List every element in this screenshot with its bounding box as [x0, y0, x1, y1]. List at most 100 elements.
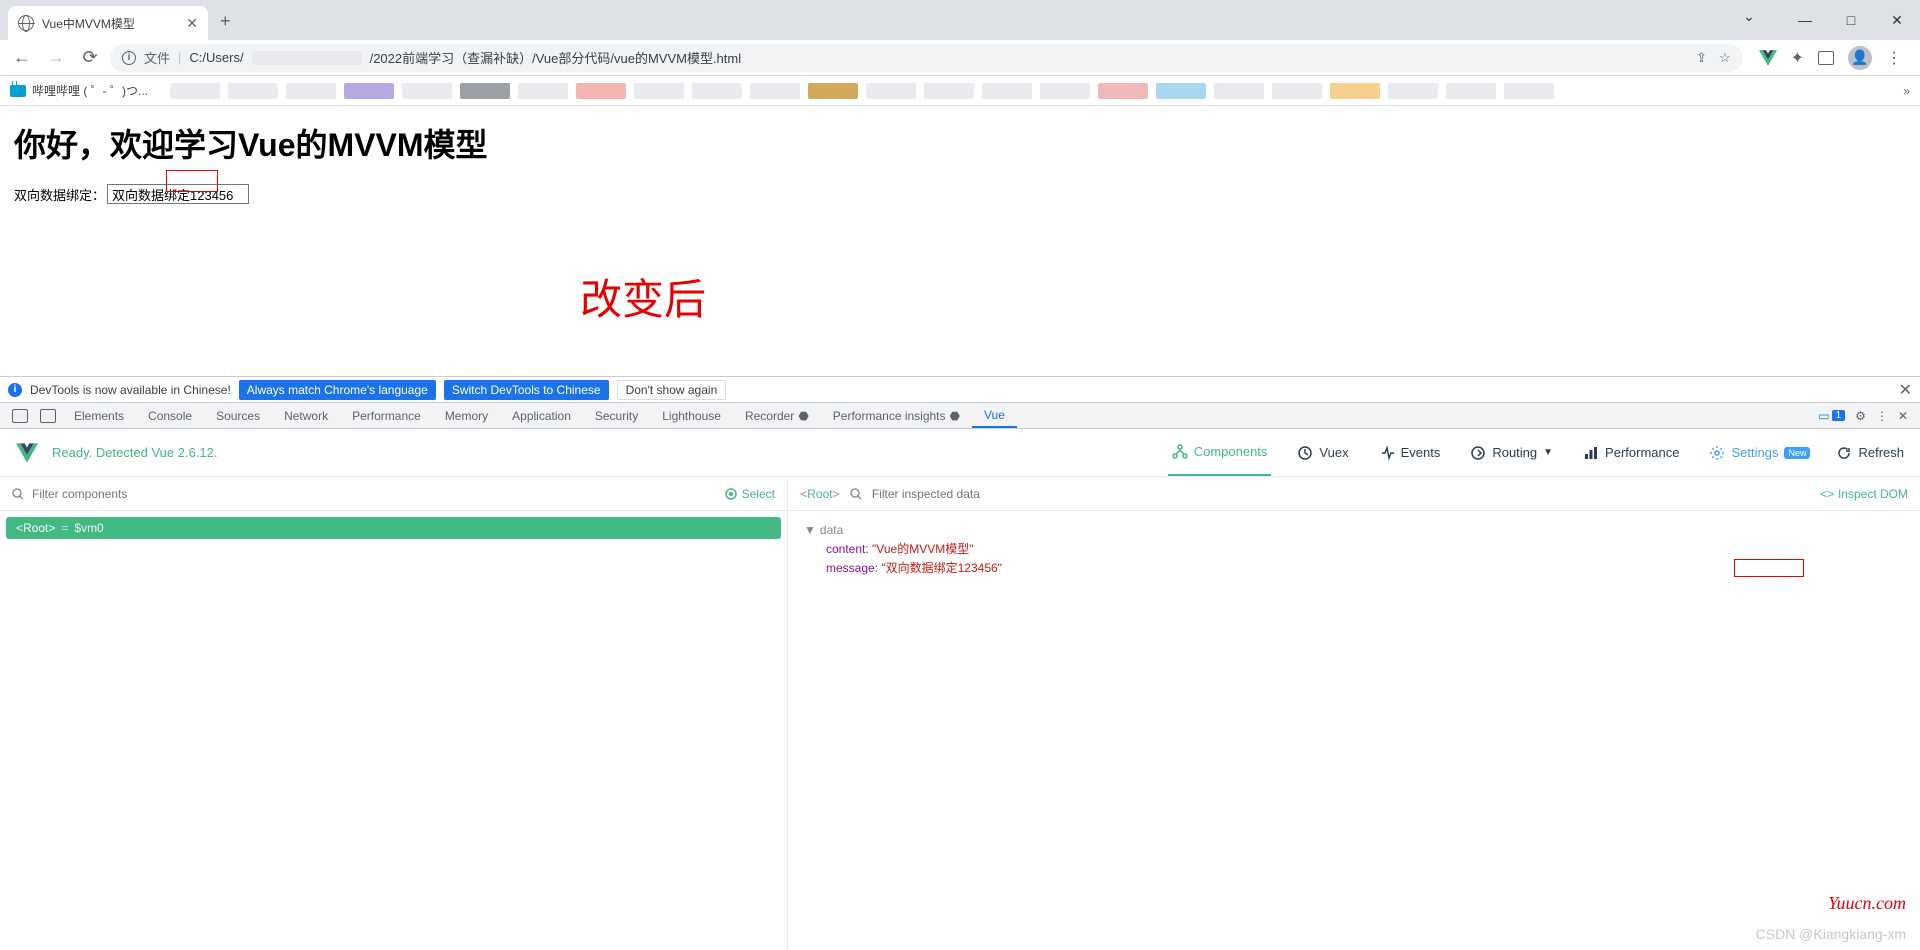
page-heading: 你好，欢迎学习Vue的MVVM模型	[14, 120, 1906, 166]
bookmark-star-icon[interactable]: ☆	[1719, 50, 1731, 66]
tabs-dropdown-icon[interactable]: ⌄	[1726, 8, 1772, 25]
settings-icon[interactable]: ⚙	[1855, 409, 1866, 423]
info-icon: i	[8, 383, 22, 397]
reload-button[interactable]: ⟳	[76, 44, 104, 72]
vue-tab-performance[interactable]: Performance	[1579, 431, 1683, 475]
tab-application[interactable]: Application	[500, 403, 583, 428]
tab-title: Vue中MVVM模型	[42, 15, 178, 32]
device-toggle-icon[interactable]	[40, 409, 56, 423]
annotation-text: 改变后	[580, 266, 706, 327]
tab-console[interactable]: Console	[136, 403, 204, 428]
vue-tab-vuex[interactable]: Vuex	[1293, 431, 1352, 475]
maximize-button[interactable]: □	[1828, 12, 1874, 28]
minimize-button[interactable]: —	[1782, 12, 1828, 28]
bookmark-blurred-items	[170, 83, 1554, 99]
vue-tab-components[interactable]: Components	[1168, 430, 1272, 476]
search-icon	[12, 488, 24, 500]
select-component-button[interactable]: Select	[724, 487, 775, 501]
tab-performance[interactable]: Performance	[340, 403, 433, 428]
browser-tab[interactable]: Vue中MVVM模型 ✕	[8, 6, 208, 40]
profile-avatar[interactable]: 👤	[1848, 46, 1872, 70]
bookmarks-bar: 哔哩哔哩 ( ゜- ゜)つ... »	[0, 76, 1920, 106]
window-controls: ⌄ — □ ✕	[1716, 0, 1920, 40]
new-tab-button[interactable]: +	[220, 11, 231, 32]
search-icon	[850, 488, 862, 500]
binding-input[interactable]	[107, 184, 249, 204]
tab-elements[interactable]: Elements	[62, 403, 136, 428]
address-scheme: 文件	[144, 48, 170, 67]
bilibili-icon	[10, 85, 26, 97]
routing-icon	[1470, 445, 1486, 461]
address-bar[interactable]: i 文件 | C:/Users/ /2022前端学习（查漏补缺）/Vue部分代码…	[110, 44, 1743, 72]
site-info-icon[interactable]: i	[122, 51, 136, 65]
data-section-toggle[interactable]: ▼data	[804, 521, 1904, 540]
vue-refresh-button[interactable]: Refresh	[1836, 445, 1904, 461]
events-icon	[1379, 445, 1395, 461]
vue-panel-header: Ready. Detected Vue 2.6.12. Components V…	[0, 429, 1920, 477]
dont-show-button[interactable]: Don't show again	[617, 380, 727, 400]
vue-extension-icon[interactable]	[1759, 50, 1777, 66]
inspected-component-name: <Root>	[800, 487, 840, 501]
close-devtools-icon[interactable]: ✕	[1898, 409, 1908, 423]
globe-icon	[18, 15, 34, 31]
inspect-element-icon[interactable]	[12, 409, 28, 423]
vue-components-tree-pane: Select <Root> = $vm0	[0, 477, 788, 950]
vue-inspector-pane: <Root> <> Inspect DOM ▼data content: "Vu…	[788, 477, 1920, 950]
performance-icon	[1583, 445, 1599, 461]
vue-devtools-panel: Ready. Detected Vue 2.6.12. Components V…	[0, 429, 1920, 950]
component-data-section: ▼data content: "Vue的MVVM模型" message: "双向…	[788, 511, 1920, 589]
address-path-left: C:/Users/	[189, 50, 243, 65]
forward-button[interactable]: →	[42, 44, 70, 72]
watermark-yuucn: Yuucn.com	[1828, 893, 1906, 914]
more-icon[interactable]: ⋮	[1876, 409, 1888, 423]
target-icon	[724, 487, 738, 501]
filter-data-input[interactable]	[872, 487, 1810, 501]
close-tab-icon[interactable]: ✕	[186, 15, 198, 32]
inspect-dom-button[interactable]: <> Inspect DOM	[1820, 487, 1908, 501]
watermark-csdn: CSDN @Kiangkiang-xm	[1756, 926, 1906, 942]
vue-tab-routing[interactable]: Routing ▼	[1466, 431, 1557, 475]
page-content: 你好，欢迎学习Vue的MVVM模型 双向数据绑定： 改变后	[0, 106, 1920, 376]
settings-icon	[1709, 445, 1725, 461]
address-path-right: /2022前端学习（查漏补缺）/Vue部分代码/vue的MVVM模型.html	[370, 48, 742, 67]
devtools-language-banner: i DevTools is now available in Chinese! …	[0, 377, 1920, 403]
tab-perf-insights[interactable]: Performance insights⬣	[821, 403, 972, 428]
redacted-segment	[252, 51, 362, 65]
devtools-panel: i DevTools is now available in Chinese! …	[0, 376, 1920, 950]
close-window-button[interactable]: ✕	[1874, 12, 1920, 29]
tab-memory[interactable]: Memory	[433, 403, 500, 428]
vue-status-text: Ready. Detected Vue 2.6.12.	[52, 445, 218, 460]
vue-tab-settings[interactable]: Settings New	[1705, 431, 1814, 475]
extensions-icon[interactable]: ✦	[1791, 48, 1804, 68]
filter-components-input[interactable]	[32, 487, 716, 501]
close-banner-icon[interactable]: ✕	[1899, 380, 1912, 400]
bookmarks-overflow-icon[interactable]: »	[1903, 84, 1910, 98]
data-prop-message[interactable]: message: "双向数据绑定123456"	[804, 559, 1904, 578]
menu-icon[interactable]: ⋮	[1886, 48, 1902, 68]
vue-logo-icon	[16, 443, 38, 463]
binding-label: 双向数据绑定：	[14, 185, 105, 204]
tab-vue[interactable]: Vue	[972, 403, 1017, 428]
extension-icons: ✦ 👤 ⋮	[1749, 46, 1912, 70]
back-button[interactable]: ←	[8, 44, 36, 72]
tab-lighthouse[interactable]: Lighthouse	[650, 403, 733, 428]
side-panel-icon[interactable]	[1818, 51, 1834, 65]
tab-network[interactable]: Network	[272, 403, 340, 428]
refresh-icon	[1836, 445, 1852, 461]
vuex-icon	[1297, 445, 1313, 461]
tab-recorder[interactable]: Recorder⬣	[733, 403, 821, 428]
component-tree-root[interactable]: <Root> = $vm0	[6, 517, 781, 539]
data-prop-content[interactable]: content: "Vue的MVVM模型"	[804, 540, 1904, 559]
switch-language-button[interactable]: Switch DevTools to Chinese	[444, 380, 609, 400]
banner-message: DevTools is now available in Chinese!	[30, 383, 231, 397]
share-icon[interactable]: ⇪	[1696, 50, 1707, 66]
tab-security[interactable]: Security	[583, 403, 650, 428]
tab-sources[interactable]: Sources	[204, 403, 272, 428]
vue-tab-events[interactable]: Events	[1375, 431, 1445, 475]
issues-icon[interactable]: ▭1	[1818, 409, 1845, 423]
browser-titlebar: Vue中MVVM模型 ✕ + ⌄ — □ ✕	[0, 0, 1920, 40]
match-language-button[interactable]: Always match Chrome's language	[239, 380, 436, 400]
browser-toolbar: ← → ⟳ i 文件 | C:/Users/ /2022前端学习（查漏补缺）/V…	[0, 40, 1920, 76]
bookmark-item[interactable]: 哔哩哔哩 ( ゜- ゜)つ...	[32, 82, 148, 99]
components-icon	[1172, 444, 1188, 460]
